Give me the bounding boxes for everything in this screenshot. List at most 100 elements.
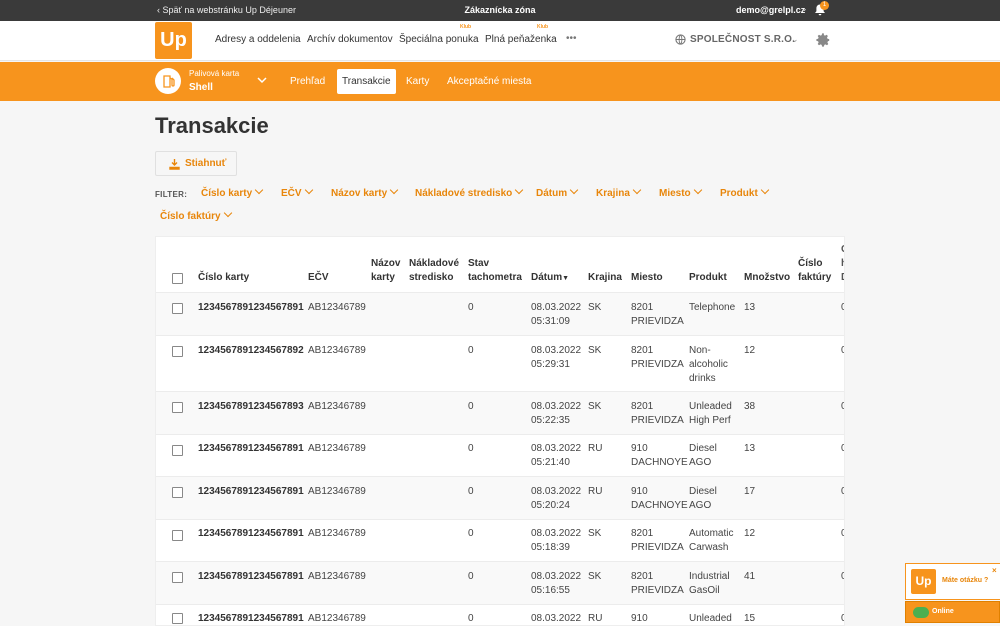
filter-invoice-number[interactable]: Číslo faktúry [160,208,232,222]
cell-ecv: AB12346789 [308,302,366,313]
place-name: PRIEVIDZA [631,359,684,370]
column-header-cost-center[interactable]: Nákladové stredisko [409,257,459,285]
up-logo[interactable]: Up [155,22,192,59]
company-selector[interactable]: SPOLEČNOST S.R.O. [690,34,795,45]
tab-acceptance-points[interactable]: Akceptačné miesta [447,76,532,87]
date-value: 08.03.2022 [531,401,582,412]
date-value: 08.03.2022 [531,345,582,356]
filter-card-number[interactable]: Číslo karty [201,185,264,199]
chat-online-status[interactable]: Online [905,601,1000,623]
product-line: Industrial [689,571,730,582]
cell-date: 08.03.2022 05:22:35 [531,400,581,428]
row-checkbox[interactable] [172,572,183,583]
cell-country: RU [588,613,603,624]
date-value: 08.03.2022 [531,528,582,539]
column-header-ecv[interactable]: EČV [308,271,329,285]
klub-badge: Klub [537,24,549,30]
row-checkbox[interactable] [172,445,183,456]
row-checkbox[interactable] [172,303,183,314]
table-row[interactable]: 1234567891234567891 AB12346789 0 08.03.2… [156,292,844,335]
chevron-down-icon[interactable]: ⌄ [801,4,808,13]
tab-overview[interactable]: Prehľad [290,76,325,87]
cell-ecv: AB12346789 [308,345,366,356]
nav-item-addresses[interactable]: Adresy a oddelenia [215,34,301,45]
cell-quantity: 12 [744,528,756,539]
gear-icon[interactable] [815,32,831,48]
nav-item-document-archive[interactable]: Archív dokumentov [307,34,393,45]
close-icon[interactable]: × [992,566,997,575]
header-line: Dátum [531,272,563,283]
chat-widget[interactable]: Up Máte otázku ? × [905,563,1000,600]
cell-country: RU [588,486,603,497]
download-button[interactable]: Stiahnuť [155,151,237,176]
cell-odometer: 0 [468,443,474,454]
table-row[interactable]: 1234567891234567891 AB12346789 0 08.03.2… [156,476,844,519]
nav-item-full-wallet[interactable]: Plná peňaženka [485,34,557,45]
filter-card-name[interactable]: Názov karty [331,185,399,199]
tab-transactions[interactable]: Transakcie [337,69,396,94]
table-row[interactable]: 1234567891234567891 AB12346789 0 08.03.2… [156,519,844,561]
row-checkbox[interactable] [172,346,183,357]
main-nav: Adresy a oddelenia Archív dokumentov Špe… [0,21,1000,61]
filter-country[interactable]: Krajina [596,185,642,199]
row-checkbox[interactable] [172,613,183,624]
column-header-card-number[interactable]: Číslo karty [198,271,249,285]
chevron-down-icon [515,185,524,195]
cell-odometer: 0 [468,401,474,412]
filter-card-number-label: Číslo karty [201,188,253,199]
column-header-quantity[interactable]: Množstvo [744,271,790,285]
cell-product: Telephone [689,301,735,315]
header-line: Nákladové [409,258,460,269]
column-header-place[interactable]: Miesto [631,271,663,285]
filter-cost-center[interactable]: Nákladové stredisko [415,185,524,199]
column-header-country[interactable]: Krajina [588,271,622,285]
cell-country: RU [588,443,603,454]
cell-odometer: 0 [468,302,474,313]
table-row[interactable]: 1234567891234567891 AB12346789 0 08.03.2… [156,434,844,476]
cell-quantity: 12 [744,345,756,356]
place-code: 8201 [631,528,654,539]
time-value: 05:31:09 [531,316,570,327]
cell-date: 08.03.2022 05:20:24 [531,485,581,513]
table-row[interactable]: 1234567891234567891 AB12346789 0 08.03.2… [156,561,844,604]
cell-place: 8201 PRIEVIDZA [631,344,684,372]
cell-date: 08.03.2022 05:31:09 [531,301,581,329]
chevron-down-icon [569,185,579,195]
table-row[interactable]: 1234567891234567891 AB12346789 0 08.03.2… [156,604,844,625]
filter-place[interactable]: Miesto [659,185,702,199]
user-email-menu[interactable]: demo@grelpl.cz [736,5,805,15]
column-header-odometer[interactable]: Stav tachometra [468,257,522,285]
column-header-card-name[interactable]: Názov karty [371,257,400,285]
row-checkbox[interactable] [172,402,183,413]
chat-question[interactable]: Máte otázku ? [942,577,988,584]
filter-date[interactable]: Dátum [536,185,579,199]
zone-title: Zákaznícka zóna [464,5,536,15]
select-all-checkbox[interactable] [172,273,183,284]
nav-item-special-offer[interactable]: Špeciálna ponuka [399,34,479,45]
column-header-date[interactable]: Dátum▼ [531,271,569,286]
filter-product[interactable]: Produkt [720,185,770,199]
row-checkbox[interactable] [172,487,183,498]
chevron-down-icon[interactable]: ⌄ [791,34,799,45]
cell-product: Non-alcoholic drinks [689,344,728,386]
time-value: 05:22:35 [531,415,570,426]
column-header-product[interactable]: Produkt [689,271,727,285]
cell-card-number: 1234567891234567891 [198,571,304,582]
online-label: Online [932,608,954,615]
cell-date: 08.03.2022 05:29:31 [531,344,581,372]
filter-ecv[interactable]: EČV [281,185,313,199]
row-checkbox[interactable] [172,530,183,541]
table-row[interactable]: 1234567891234567892 AB12346789 0 08.03.2… [156,335,844,391]
product-line: Diesel [689,443,717,454]
column-header-invoice-number[interactable]: Číslo faktúry [798,257,831,285]
card-type-value[interactable]: Shell [189,82,213,93]
table-row[interactable]: 1234567891234567893 AB12346789 0 08.03.2… [156,391,844,434]
tab-cards[interactable]: Karty [406,76,429,87]
product-line: AGO [689,500,712,511]
cell-ecv: AB12346789 [308,613,366,624]
place-name: PRIEVIDZA [631,542,684,553]
transactions-table: Číslo karty EČV Názov karty Nákladové stre… [155,236,845,626]
chevron-down-icon[interactable] [256,74,268,86]
more-menu-icon[interactable]: ••• [566,33,577,44]
filter-country-label: Krajina [596,188,630,199]
